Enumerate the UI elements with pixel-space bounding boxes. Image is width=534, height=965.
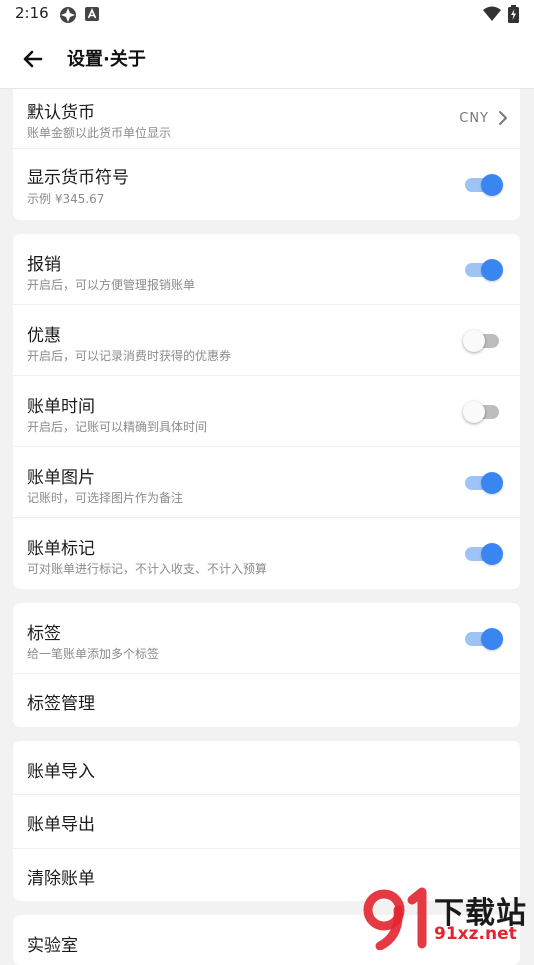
feature-subtitle: 可对账单进行标记，不计入收支、不计入预算 [27, 562, 268, 576]
feature-row-discount[interactable]: 优惠 开启后，可以记录消费时获得的优惠券 [13, 305, 520, 375]
show-currency-symbol-subtitle: 示例 ¥345.67 [27, 192, 105, 206]
feature-title: 优惠 [27, 326, 61, 346]
bill-time-switch[interactable] [463, 400, 503, 424]
app-bar: 设置·关于 [0, 30, 534, 89]
feature-row-reimburse[interactable]: 报销 开启后，可以方便管理报销账单 [13, 234, 520, 304]
lab-title: 实验室 [27, 936, 78, 956]
clear-bills-title: 清除账单 [27, 869, 95, 889]
bill-import-title: 账单导入 [27, 762, 95, 782]
feature-title: 报销 [27, 255, 61, 275]
feature-row-bill-mark[interactable]: 账单标记 可对账单进行标记，不计入收支、不计入预算 [13, 518, 520, 589]
battery-icon [508, 5, 519, 23]
feature-row-bill-time[interactable]: 账单时间 开启后，记账可以精确到具体时间 [13, 376, 520, 446]
currency-settings-card: 默认货币 账单金额以此货币单位显示 CNY 显示货币符号 示例 ¥345.67 [13, 89, 520, 220]
status-bar: 2:16 [0, 0, 534, 30]
tags-switch[interactable] [463, 627, 503, 651]
show-currency-symbol-row[interactable]: 显示货币符号 示例 ¥345.67 [13, 149, 520, 220]
feature-row-bill-image[interactable]: 账单图片 记账时，可选择图片作为备注 [13, 447, 520, 517]
status-time: 2:16 [15, 4, 49, 22]
feature-title: 账单标记 [27, 539, 95, 559]
discount-switch[interactable] [463, 329, 503, 353]
tags-subtitle: 给一笔账单添加多个标签 [27, 647, 160, 661]
features-card: 报销 开启后，可以方便管理报销账单 优惠 开启后，可以记录消费时获得的优惠券 账… [13, 234, 520, 589]
arrow-back-icon [23, 50, 43, 68]
tag-management-row[interactable]: 标签管理 [13, 674, 520, 727]
feature-subtitle: 开启后，可以方便管理报销账单 [27, 278, 196, 292]
default-currency-title: 默认货币 [27, 103, 95, 123]
tags-toggle-row[interactable]: 标签 给一笔账单添加多个标签 [13, 603, 520, 673]
watermark: 下载站 91xz.net [362, 886, 534, 950]
default-currency-row[interactable]: 默认货币 账单金额以此货币单位显示 CNY [13, 89, 520, 148]
bill-import-row[interactable]: 账单导入 [13, 741, 520, 794]
app-notification-icon [60, 7, 76, 23]
back-button[interactable] [16, 42, 50, 76]
bill-image-switch[interactable] [463, 471, 503, 495]
chevron-right-icon [499, 111, 507, 125]
feature-title: 账单时间 [27, 397, 95, 417]
feature-subtitle: 记账时，可选择图片作为备注 [27, 491, 184, 505]
tag-management-title: 标签管理 [27, 694, 95, 714]
show-currency-symbol-title: 显示货币符号 [27, 168, 129, 188]
feature-subtitle: 开启后，记账可以精确到具体时间 [27, 420, 208, 434]
default-currency-value: CNY [459, 111, 489, 126]
show-currency-symbol-switch[interactable] [463, 173, 503, 197]
feature-title: 账单图片 [27, 468, 95, 488]
bill-export-title: 账单导出 [27, 815, 95, 835]
watermark-logo [363, 887, 427, 950]
wifi-icon [483, 6, 501, 21]
bill-mark-switch[interactable] [463, 542, 503, 566]
feature-subtitle: 开启后，可以记录消费时获得的优惠券 [27, 349, 232, 363]
bills-card: 账单导入 账单导出 清除账单 [13, 741, 520, 901]
watermark-url: 91xz.net [434, 924, 517, 944]
a-notification-icon [85, 7, 99, 21]
reimburse-switch[interactable] [463, 258, 503, 282]
bill-export-row[interactable]: 账单导出 [13, 795, 520, 848]
tags-card: 标签 给一笔账单添加多个标签 标签管理 [13, 603, 520, 727]
default-currency-subtitle: 账单金额以此货币单位显示 [27, 126, 172, 140]
tags-title: 标签 [27, 624, 61, 644]
page-title: 设置·关于 [67, 49, 146, 70]
